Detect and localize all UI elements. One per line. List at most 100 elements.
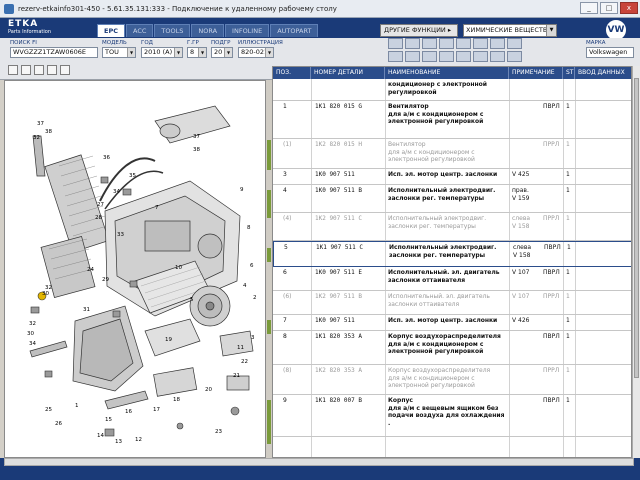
svg-text:19: 19	[165, 337, 172, 343]
table-row[interactable]: 3 1K0 907 511 Исп. эл. мотор центр. заслон…	[273, 169, 631, 185]
brand-label: МАРКА	[586, 40, 606, 46]
table-row[interactable]: (1) 1K2 820 015 H Вентилятор для а/м с кон…	[273, 139, 631, 169]
tab-tools[interactable]: TOOLS	[154, 24, 191, 37]
table-scrollbar[interactable]	[632, 66, 640, 458]
vw-logo-text: VW	[607, 25, 625, 35]
illustration-field-group: ИЛЛЮСТРАЦИЯ 820-021 ▼	[238, 40, 283, 58]
svg-text:3: 3	[251, 335, 255, 341]
tab-infoline[interactable]: INFOLINE	[225, 24, 270, 37]
row-st: 1	[566, 187, 570, 194]
table-row[interactable]: 7 1K0 907 511 Исп. эл. мотор центр. заслон…	[273, 315, 631, 331]
row-part-number: 1K2 907 511 C	[315, 215, 362, 222]
year-select[interactable]: 2010 (A) ▼	[141, 47, 183, 58]
svg-text:37: 37	[193, 134, 200, 140]
tab-autopart[interactable]: AUTOPART	[270, 24, 319, 37]
chemicals-select[interactable]: ХИМИЧЕСКИЕ ВЕЩЕСТВА ▼	[463, 24, 557, 37]
row-pos: (4)	[283, 215, 292, 222]
row-part-number: 1K0 907 511	[315, 317, 355, 324]
vin-field-group: ПОИСК FI WVGZZZ1TZAW0606E	[10, 40, 98, 58]
svg-text:30: 30	[27, 331, 34, 337]
back-icon[interactable]	[422, 38, 437, 49]
print-icon[interactable]	[388, 38, 403, 49]
zoom-in-icon[interactable]	[8, 65, 18, 75]
maximize-button[interactable]: □	[600, 2, 618, 14]
table-row[interactable]: 4 1K0 907 511 B Исполнительный электродвиг…	[273, 185, 631, 213]
search-icon[interactable]	[456, 38, 471, 49]
brand-select[interactable]: Volkswagen	[586, 47, 634, 58]
col-pos[interactable]: ПОЗ.	[273, 67, 311, 79]
table-row[interactable]: 5 1K1 907 511 C Исполнительный электродвиг…	[273, 241, 631, 267]
image-icon[interactable]	[439, 51, 454, 62]
row-name: Исполнительный. эл. двигатель заслонки о…	[388, 269, 500, 284]
row-st: 1	[566, 103, 570, 110]
tab-acc[interactable]: ACC	[125, 24, 154, 37]
other-functions-button[interactable]: ДРУГИЕ ФУНКЦИИ ▸	[380, 24, 458, 37]
row-part-number: 1K0 907 511	[315, 171, 355, 178]
zoom-out-icon[interactable]	[21, 65, 31, 75]
zoom-out-icon[interactable]	[405, 51, 420, 62]
col-data-entry[interactable]: ВВОД ДАННЫХ	[575, 67, 631, 79]
col-part-number[interactable]: НОМЕР ДЕТАЛИ	[311, 67, 385, 79]
row-name: Вентилятор для а/м с кондиционером с эле…	[388, 103, 484, 125]
help-icon[interactable]	[507, 51, 522, 62]
svg-text:4: 4	[243, 283, 247, 289]
forward-icon[interactable]	[439, 38, 454, 49]
vin-input[interactable]: WVGZZZ1TZAW0606E	[10, 47, 98, 58]
svg-text:31: 31	[83, 307, 90, 313]
fit-icon[interactable]	[34, 65, 44, 75]
module-tabs: EPC ACC TOOLS NORA INFOLINE AUTOPART	[97, 24, 319, 37]
info-icon[interactable]	[473, 38, 488, 49]
table-row[interactable]: (4) 1K2 907 511 C Исполнительный электродв…	[273, 213, 631, 241]
row-qualifier: ПВРЛ	[544, 244, 561, 251]
cart-icon[interactable]	[490, 38, 505, 49]
minimize-button[interactable]: _	[580, 2, 598, 14]
tab-nora[interactable]: NORA	[191, 24, 225, 37]
model-select[interactable]: TOU ▼	[102, 47, 136, 58]
row-marker	[267, 140, 271, 170]
svg-text:38: 38	[45, 129, 52, 135]
table-row[interactable]: (8) 1K2 820 353 A Корпус воздухораспредели…	[273, 365, 631, 395]
illustration-select[interactable]: 820-021 ▼	[238, 47, 274, 58]
print-icon[interactable]	[60, 65, 70, 75]
scrollbar-thumb[interactable]	[634, 78, 639, 378]
copy-icon[interactable]	[405, 38, 420, 49]
list-icon[interactable]	[422, 51, 437, 62]
svg-text:9: 9	[240, 187, 244, 193]
col-note[interactable]: ПРИМЕЧАНИЕ	[509, 67, 563, 79]
note-icon[interactable]	[456, 51, 471, 62]
etka-logo: ETKA Parts Information	[8, 20, 70, 36]
table-row[interactable]: 1 1K1 820 015 G Вентилятор для а/м с конди…	[273, 101, 631, 139]
svg-text:17: 17	[153, 407, 160, 413]
close-button[interactable]: x	[620, 2, 638, 14]
horizontal-scrollbar[interactable]	[4, 458, 634, 466]
settings-icon[interactable]	[507, 38, 522, 49]
table-row[interactable]: 8 1K1 820 353 A Корпус воздухораспределите…	[273, 331, 631, 365]
table-row[interactable]: 9 1K1 820 007 B Корпус для а/м с вещевым я…	[273, 395, 631, 437]
row-pos: (8)	[283, 367, 292, 374]
svg-text:33: 33	[117, 232, 124, 238]
chevron-down-icon: ▼	[127, 48, 135, 57]
row-name: Исполнительный электродвиг. заслонки рег…	[388, 215, 487, 230]
row-name: Исполнительный. эл. двигатель заслонки о…	[388, 293, 490, 308]
row-part-number: 1K2 907 511 B	[315, 293, 362, 300]
col-name[interactable]: НАИМЕНОВАНИЕ	[385, 67, 509, 79]
svg-text:26: 26	[55, 421, 62, 427]
col-st[interactable]: ST	[563, 67, 575, 79]
row-pos: 8	[283, 333, 287, 340]
zoom-in-icon[interactable]	[388, 51, 403, 62]
filter-icon[interactable]	[473, 51, 488, 62]
table-row[interactable]: 6 1K0 907 511 E Исполнительный. эл. двигат…	[273, 267, 631, 291]
subgroup-select[interactable]: 20 ▼	[211, 47, 233, 58]
row-marker	[267, 190, 271, 218]
export-icon[interactable]	[490, 51, 505, 62]
table-row[interactable]: (6) 1K2 907 511 B Исполнительный. эл. двиг…	[273, 291, 631, 315]
magnifier-icon[interactable]	[47, 65, 57, 75]
row-pos: 5	[284, 244, 288, 251]
chevron-down-icon: ▼	[198, 48, 206, 57]
tab-epc[interactable]: EPC	[97, 24, 125, 37]
row-qualifier: ПВРЛ	[543, 103, 560, 110]
row-st: 1	[566, 333, 570, 340]
table-row[interactable]: кондиционер с электронной регулировкой	[273, 79, 631, 101]
group-select[interactable]: 8 ▼	[187, 47, 207, 58]
illustration-pane[interactable]: 37 38 32 37 38 36 35 34 33 27 28 32 30 24 29 31 32 …	[4, 80, 266, 458]
